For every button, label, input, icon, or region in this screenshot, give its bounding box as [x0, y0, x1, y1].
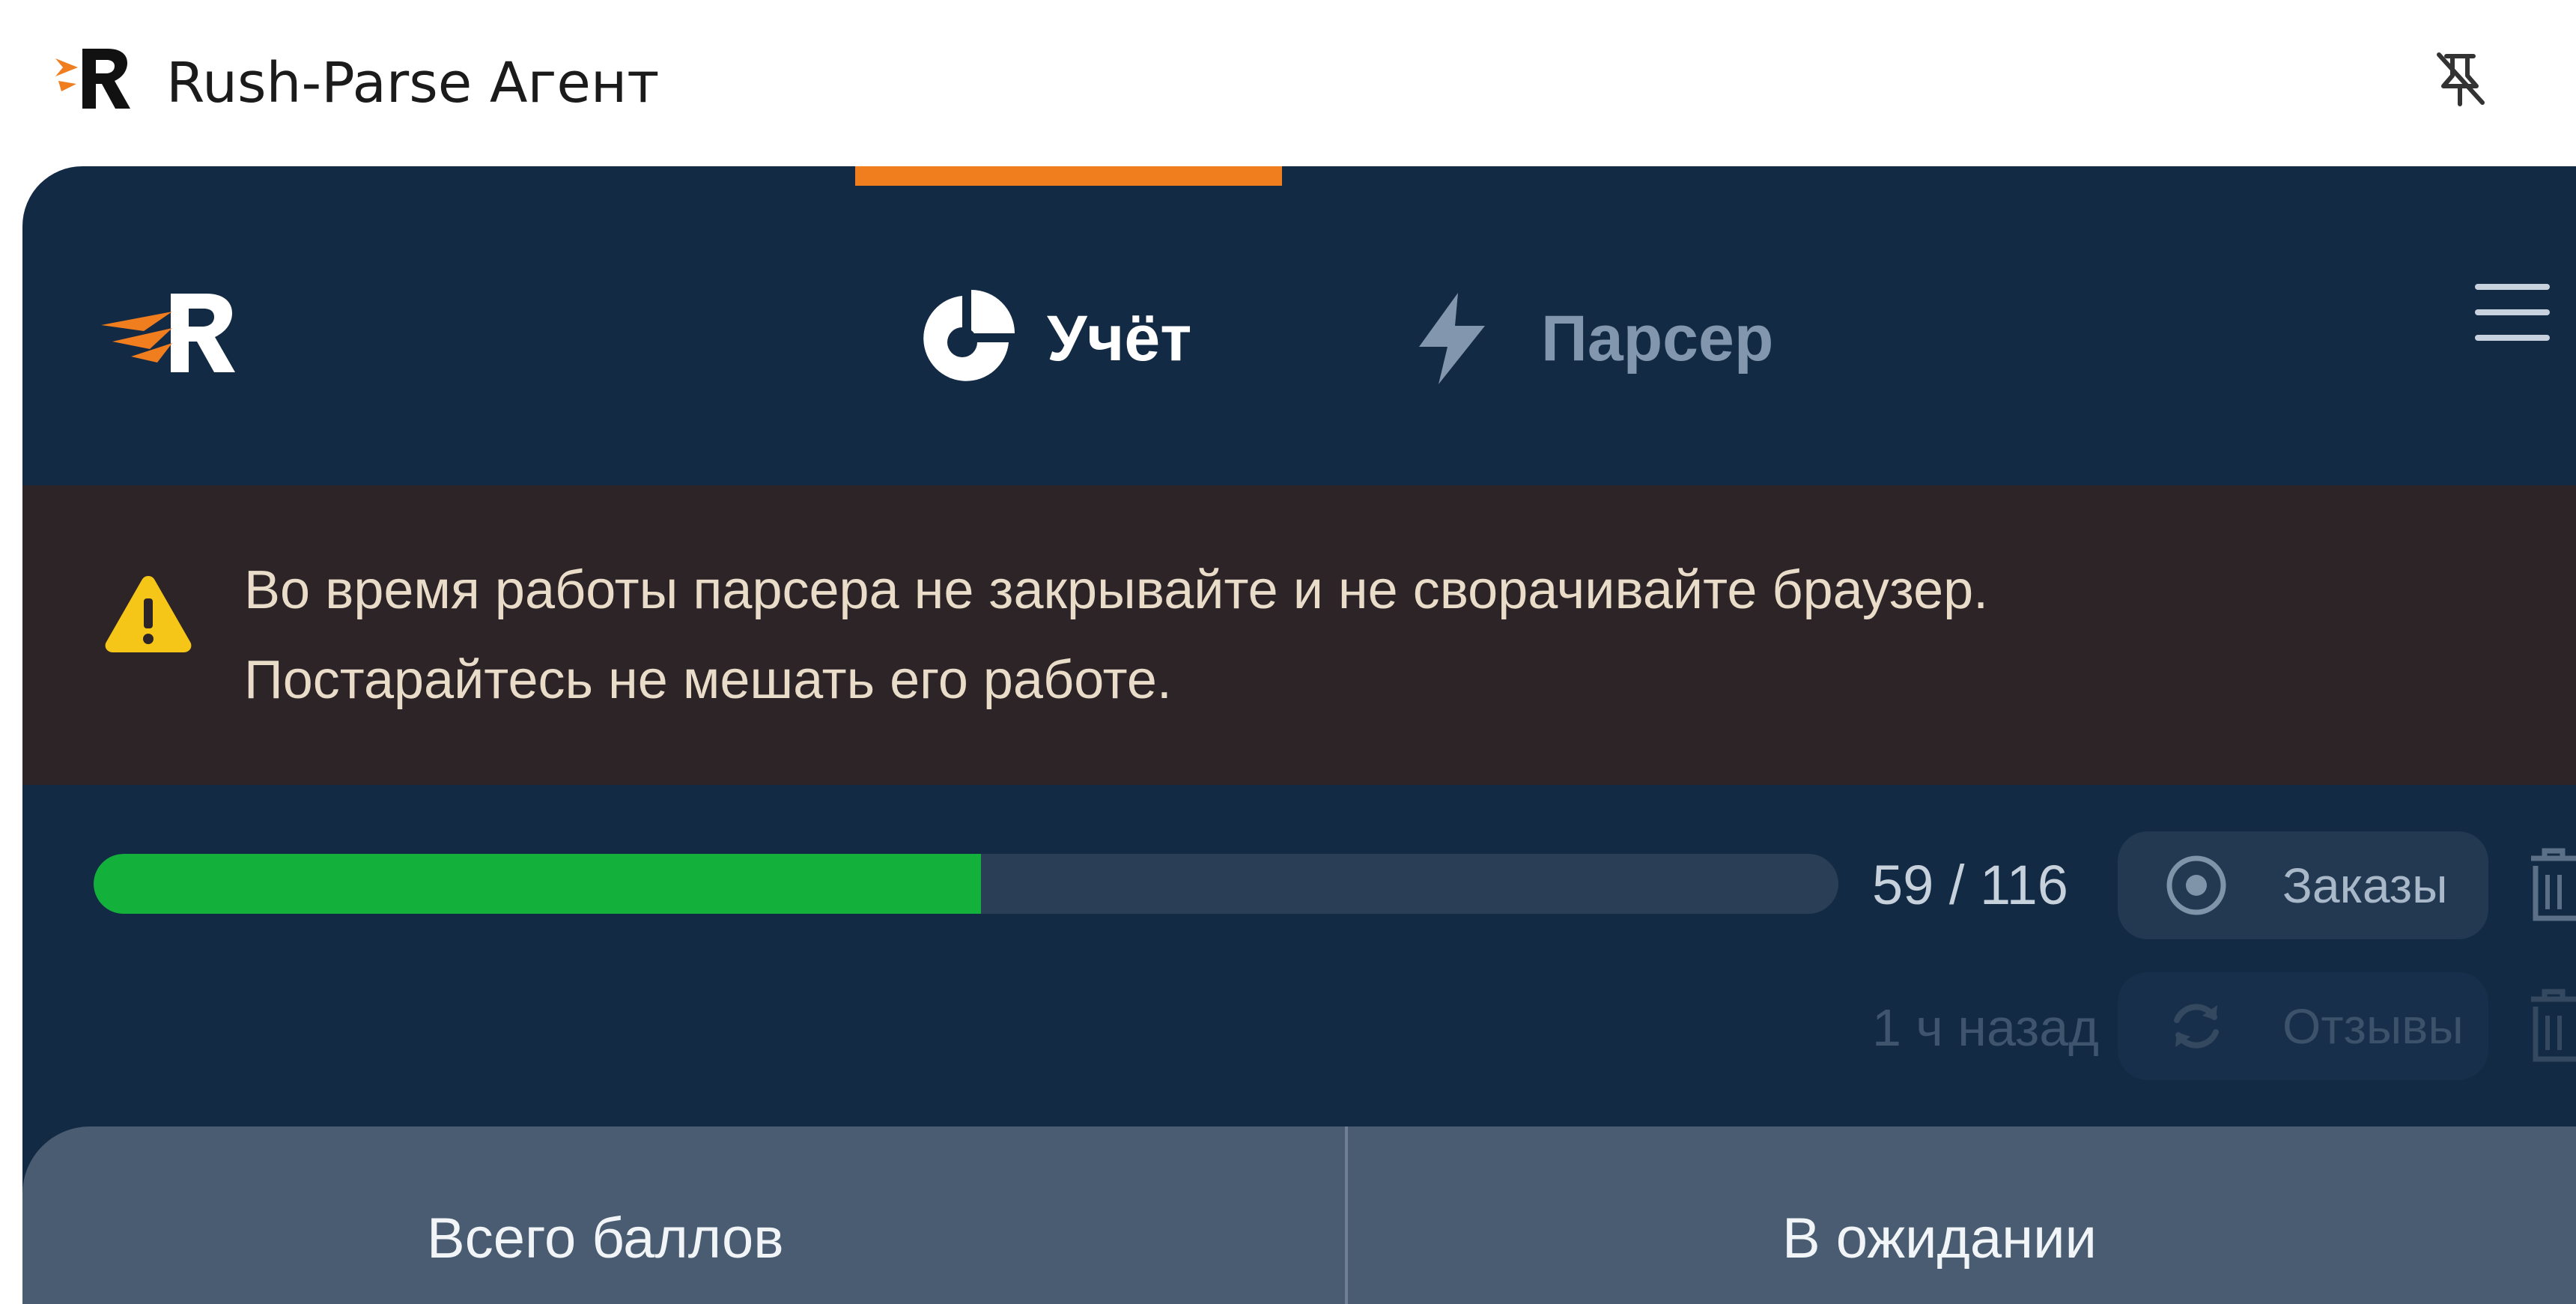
- tab-parser-label: Парсер: [1541, 302, 1774, 374]
- warning-line-1: Во время работы парсера не закрывайте и …: [244, 560, 1989, 620]
- lightning-icon: [1400, 286, 1505, 391]
- reviews-button-label: Отзывы: [2282, 998, 2464, 1054]
- delete-orders-button[interactable]: [2524, 843, 2576, 926]
- progress-count: 59 / 116: [1872, 854, 2068, 916]
- warning-line-2: Постарайтесь не мешать его работе.: [244, 650, 1172, 710]
- tab-uchet-label: Учёт: [1047, 302, 1192, 374]
- total-points-label: Всего баллов: [427, 1207, 784, 1270]
- stats-cards: Всего баллов В ожидании: [22, 1126, 2576, 1304]
- pending-label: В ожидании: [1782, 1207, 2097, 1270]
- unpin-button[interactable]: [2422, 41, 2497, 116]
- trash-icon: [2531, 989, 2576, 1062]
- window-title: Rush-Parse Агент: [166, 51, 660, 115]
- tab-parser[interactable]: Парсер: [1400, 286, 1773, 391]
- hamburger-menu-button[interactable]: [2456, 256, 2569, 369]
- stats-divider: [1345, 1126, 1348, 1304]
- reviews-button[interactable]: Отзывы: [2118, 972, 2488, 1080]
- refresh-icon: [2163, 992, 2230, 1060]
- trash-icon: [2531, 848, 2576, 921]
- progress-bar-fill: [94, 854, 982, 914]
- tab-uchet[interactable]: Учёт: [914, 286, 1191, 391]
- active-tab-indicator: [855, 166, 1282, 186]
- warning-triangle-icon: [105, 576, 192, 652]
- target-icon: [2163, 852, 2230, 919]
- orders-button-label: Заказы: [2282, 858, 2448, 913]
- warning-message: Во время работы парсера не закрывайте и …: [244, 545, 2528, 725]
- window-titlebar: Rush-Parse Агент: [0, 0, 2576, 166]
- rush-parse-logo-icon: [101, 294, 235, 372]
- warning-banner: Во время работы парсера не закрывайте и …: [22, 485, 2576, 785]
- rush-parse-logo-icon: [55, 49, 130, 109]
- progress-bar: [94, 854, 1838, 914]
- orders-button[interactable]: Заказы: [2118, 831, 2488, 939]
- main-panel: Учёт Парсер Во время работы парсера не з…: [22, 166, 2576, 1304]
- last-update-time: 1 ч назад: [1872, 998, 2099, 1057]
- pie-chart-icon: [914, 286, 1018, 391]
- hamburger-menu-icon: [2475, 284, 2550, 341]
- unpin-icon: [2437, 52, 2485, 106]
- delete-reviews-button[interactable]: [2524, 984, 2576, 1067]
